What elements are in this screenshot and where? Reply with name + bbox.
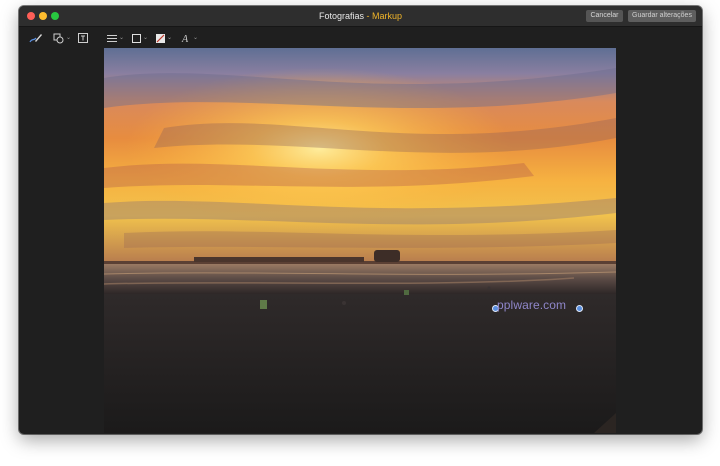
minimize-window-button[interactable]: [39, 12, 47, 20]
zoom-window-button[interactable]: [51, 12, 59, 20]
photo-canvas[interactable]: pplware.com: [104, 48, 616, 433]
text-tool-button[interactable]: [78, 31, 88, 45]
fill-square-icon: [156, 33, 165, 43]
chevron-down-icon: ⌄: [66, 35, 72, 41]
chevron-down-icon: ⌄: [119, 35, 125, 41]
text-style-tool-button[interactable]: A ⌄: [181, 31, 198, 45]
window-title-separator: -: [364, 11, 372, 21]
window-title-app: Markup: [372, 11, 403, 21]
shapes-icon: [53, 33, 64, 44]
text-box-icon: [78, 33, 88, 43]
window-title-doc: Fotografias: [318, 11, 364, 21]
close-window-button[interactable]: [27, 12, 35, 20]
svg-text:A: A: [181, 34, 189, 43]
line-style-tool-button[interactable]: ⌄: [107, 31, 124, 45]
watermark-text-annotation[interactable]: pplware.com: [497, 297, 566, 313]
font-a-icon: A: [181, 33, 191, 43]
sunset-beach-photo: [104, 48, 616, 433]
chevron-down-icon: ⌄: [143, 35, 149, 41]
markup-window: Fotografias - Markup Cancelar Guardar al…: [19, 6, 702, 434]
border-color-tool-button[interactable]: ⌄: [132, 31, 148, 45]
cancel-button[interactable]: Cancelar: [586, 10, 623, 22]
sketch-tool-button[interactable]: [29, 31, 43, 45]
fill-color-tool-button[interactable]: ⌄: [156, 31, 172, 45]
save-changes-button[interactable]: Guardar alterações: [628, 10, 696, 22]
chevron-down-icon: ⌄: [167, 35, 173, 41]
markup-toolbar: ⌄ ⌄ ⌄ ⌄ A ⌄: [19, 27, 702, 49]
title-bar[interactable]: Fotografias - Markup Cancelar Guardar al…: [19, 6, 702, 27]
lines-icon: [107, 34, 117, 43]
shapes-tool-button[interactable]: ⌄: [53, 31, 71, 45]
resize-handle-right[interactable]: [576, 305, 583, 312]
square-outline-icon: [132, 33, 141, 43]
chevron-down-icon: ⌄: [193, 35, 199, 41]
pen-icon: [29, 32, 43, 44]
